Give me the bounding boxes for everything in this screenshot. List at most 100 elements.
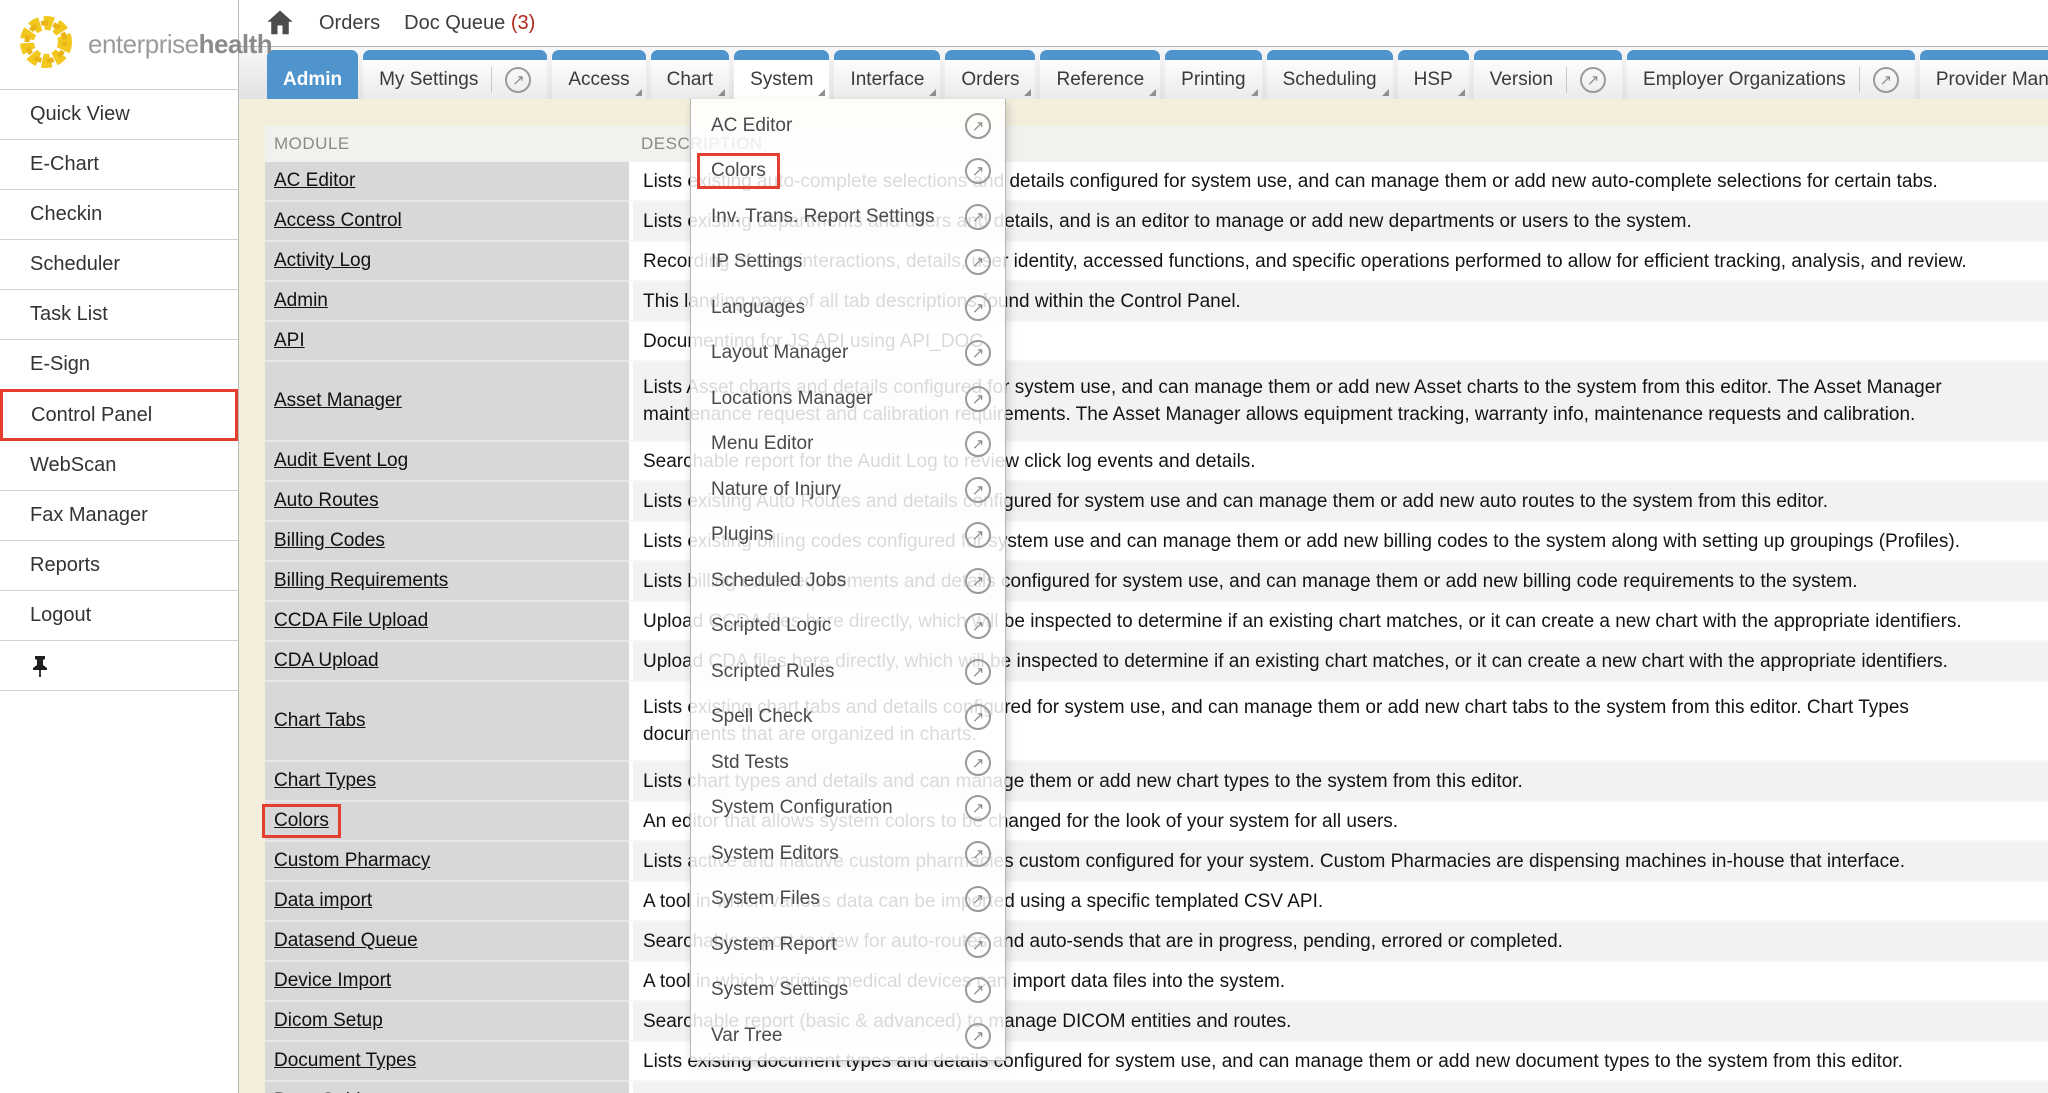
menu-item-inv-trans-report-settings[interactable]: Inv. Trans. Report Settings↗ — [691, 194, 1005, 240]
module-link-audit-event-log[interactable]: Audit Event Log — [274, 450, 408, 472]
module-link-device-import[interactable]: Device Import — [274, 970, 391, 992]
breadcrumb-orders[interactable]: Orders — [319, 12, 380, 35]
external-link-icon[interactable]: ↗ — [965, 522, 991, 548]
menu-item-std-tests[interactable]: Std Tests↗ — [691, 740, 1005, 786]
sidebar-item-scheduler[interactable]: Scheduler — [0, 240, 238, 290]
external-link-icon[interactable]: ↗ — [965, 886, 991, 912]
external-link-icon[interactable]: ↗ — [965, 932, 991, 958]
module-link-ac-editor[interactable]: AC Editor — [274, 170, 355, 192]
module-link-dicom-setup[interactable]: Dicom Setup — [274, 1010, 383, 1032]
module-link-api[interactable]: API — [274, 330, 305, 352]
module-link-admin[interactable]: Admin — [274, 290, 328, 312]
external-link-icon[interactable]: ↗ — [965, 841, 991, 867]
module-link-billing-codes[interactable]: Billing Codes — [274, 530, 385, 552]
module-link-chart-tabs[interactable]: Chart Tabs — [274, 710, 366, 732]
tab-version[interactable]: Version↗ — [1474, 50, 1622, 99]
module-link-colors[interactable]: Colors — [262, 804, 341, 838]
tab-provider-management[interactable]: Provider Management↗ — [1920, 50, 2048, 99]
menu-item-system-report[interactable]: System Report↗ — [691, 922, 1005, 968]
menu-item-label: Scheduled Jobs — [711, 570, 846, 592]
menu-item-menu-editor[interactable]: Menu Editor↗ — [691, 422, 1005, 468]
tab-printing[interactable]: Printing — [1165, 50, 1261, 99]
sidebar-item-control-panel[interactable]: Control Panel — [0, 389, 238, 441]
module-link-chart-types[interactable]: Chart Types — [274, 770, 376, 792]
module-link-auto-routes[interactable]: Auto Routes — [274, 490, 379, 512]
sidebar-item-task-list[interactable]: Task List — [0, 290, 238, 340]
menu-item-languages[interactable]: Languages↗ — [691, 285, 1005, 331]
menu-item-ip-settings[interactable]: IP Settings↗ — [691, 240, 1005, 286]
external-link-icon[interactable]: ↗ — [1580, 67, 1606, 93]
external-link-icon[interactable]: ↗ — [965, 659, 991, 685]
module-link-datasend-queue[interactable]: Datasend Queue — [274, 930, 418, 952]
external-link-icon[interactable]: ↗ — [965, 704, 991, 730]
menu-item-ac-editor[interactable]: AC Editor↗ — [691, 103, 1005, 149]
external-link-icon[interactable]: ↗ — [965, 386, 991, 412]
sidebar-pin-button[interactable] — [0, 641, 238, 691]
tab-chart[interactable]: Chart — [651, 50, 729, 99]
external-link-icon[interactable]: ↗ — [965, 204, 991, 230]
sidebar-item-fax-manager[interactable]: Fax Manager — [0, 491, 238, 541]
external-link-icon[interactable]: ↗ — [1873, 67, 1899, 93]
menu-item-scripted-logic[interactable]: Scripted Logic↗ — [691, 604, 1005, 650]
menu-item-system-settings[interactable]: System Settings ↗ — [691, 968, 1005, 1014]
tab-scheduling[interactable]: Scheduling — [1267, 50, 1393, 99]
module-link-data-import[interactable]: Data import — [274, 890, 372, 912]
sidebar-item-reports[interactable]: Reports — [0, 541, 238, 591]
sunburst-logo-icon — [14, 10, 78, 79]
tab-system[interactable]: System — [734, 50, 829, 99]
external-link-icon[interactable]: ↗ — [965, 431, 991, 457]
menu-item-locations-manager[interactable]: Locations Manager↗ — [691, 376, 1005, 422]
module-link-billing-requirements[interactable]: Billing Requirements — [274, 570, 448, 592]
menu-item-system-files[interactable]: System Files↗ — [691, 877, 1005, 923]
external-link-icon[interactable]: ↗ — [965, 613, 991, 639]
tab-hsp[interactable]: HSP — [1398, 50, 1469, 99]
menu-item-colors[interactable]: Colors↗ — [691, 149, 1005, 195]
menu-item-nature-of-injury[interactable]: Nature of Injury↗ — [691, 467, 1005, 513]
tab-label: Scheduling — [1283, 69, 1377, 91]
menu-item-layout-manager[interactable]: Layout Manager↗ — [691, 331, 1005, 377]
module-link-access-control[interactable]: Access Control — [274, 210, 402, 232]
tab-interface[interactable]: Interface — [834, 50, 940, 99]
external-link-icon[interactable]: ↗ — [965, 1023, 991, 1049]
external-link-icon[interactable]: ↗ — [965, 750, 991, 776]
external-link-icon[interactable]: ↗ — [505, 67, 531, 93]
external-link-icon[interactable]: ↗ — [965, 795, 991, 821]
external-link-icon[interactable]: ↗ — [965, 568, 991, 594]
tab-orders[interactable]: Orders — [945, 50, 1035, 99]
tab-access[interactable]: Access — [552, 50, 645, 99]
module-link-ccda-file-upload[interactable]: CCDA File Upload — [274, 610, 428, 632]
external-link-icon[interactable]: ↗ — [965, 477, 991, 503]
module-link-cda-upload[interactable]: CDA Upload — [274, 650, 379, 672]
external-link-icon[interactable]: ↗ — [965, 340, 991, 366]
module-link-document-types[interactable]: Document Types — [274, 1050, 416, 1072]
menu-item-system-editors[interactable]: System Editors↗ — [691, 831, 1005, 877]
module-link-custom-pharmacy[interactable]: Custom Pharmacy — [274, 850, 430, 872]
breadcrumb-doc-queue[interactable]: Doc Queue (3) — [404, 12, 535, 35]
sidebar-item-webscan[interactable]: WebScan — [0, 441, 238, 491]
table-header: MODULE DESCRIPTION — [265, 126, 2048, 162]
external-link-icon[interactable]: ↗ — [965, 977, 991, 1003]
module-link-asset-manager[interactable]: Asset Manager — [274, 390, 402, 412]
menu-item-label: System Settings — [711, 979, 848, 1001]
sidebar-item-quick-view[interactable]: Quick View — [0, 90, 238, 140]
tab-admin[interactable]: Admin — [267, 50, 358, 99]
menu-item-spell-check[interactable]: Spell Check↗ — [691, 695, 1005, 741]
tab-my-settings[interactable]: My Settings↗ — [363, 50, 547, 99]
external-link-icon[interactable]: ↗ — [965, 295, 991, 321]
tab-employer-organizations[interactable]: Employer Organizations↗ — [1627, 50, 1915, 99]
pin-icon — [30, 655, 50, 677]
menu-item-var-tree[interactable]: Var Tree↗ — [691, 1013, 1005, 1059]
sidebar-item-logout[interactable]: Logout — [0, 591, 238, 641]
module-link-activity-log[interactable]: Activity Log — [274, 250, 371, 272]
external-link-icon[interactable]: ↗ — [965, 113, 991, 139]
sidebar-item-e-sign[interactable]: E-Sign — [0, 340, 238, 390]
external-link-icon[interactable]: ↗ — [965, 249, 991, 275]
sidebar-item-checkin[interactable]: Checkin — [0, 190, 238, 240]
menu-item-scripted-rules[interactable]: Scripted Rules↗ — [691, 649, 1005, 695]
external-link-icon[interactable]: ↗ — [965, 158, 991, 184]
sidebar-item-e-chart[interactable]: E-Chart — [0, 140, 238, 190]
tab-reference[interactable]: Reference — [1040, 50, 1160, 99]
menu-item-scheduled-jobs[interactable]: Scheduled Jobs ↗ — [691, 558, 1005, 604]
menu-item-plugins[interactable]: Plugins↗ — [691, 513, 1005, 559]
menu-item-system-configuration[interactable]: System Configuration↗ — [691, 786, 1005, 832]
